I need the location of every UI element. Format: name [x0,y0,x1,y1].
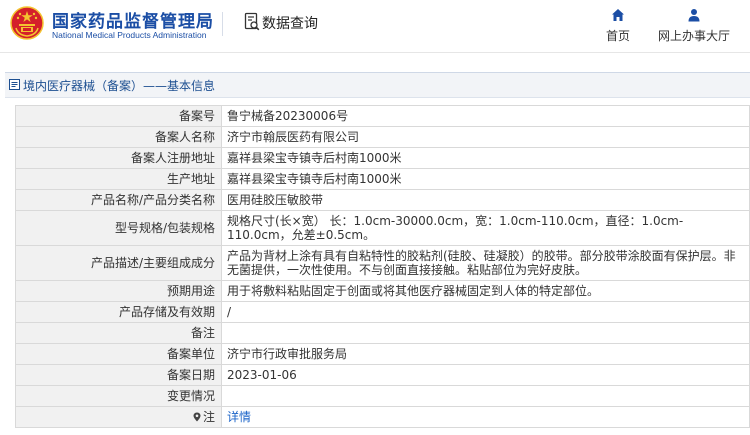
org-name: 国家药品监督管理局 [52,12,214,32]
field-label: 备案人名称 [15,126,222,148]
table-row: 产品描述/主要组成成分 产品为背材上涂有具有自粘特性的胶粘剂(硅胶、硅凝胶）的胶… [15,245,750,281]
table-row: 变更情况 [15,385,750,407]
breadcrumb: 境内医疗器械（备案）——基本信息 [5,73,750,98]
field-label: 注 [202,410,215,424]
nav-online-service-link[interactable]: 网上办事大厅 [654,8,734,44]
nav-home-link[interactable]: 首页 [600,8,636,44]
table-row: 产品名称/产品分类名称 医用硅胶压敏胶带 [15,189,750,211]
field-value: 医用硅胶压敏胶带 [221,189,750,211]
field-label: 备案日期 [15,364,222,386]
record-detail-table: 备案号 鲁宁械备20230006号 备案人名称 济宁市翰辰医药有限公司 备案人注… [15,105,750,428]
location-pin-icon [193,412,201,422]
home-icon [612,9,624,21]
field-value: 嘉祥县梁宝寺镇寺后村南1000米 [221,168,750,190]
field-value: 鲁宁械备20230006号 [221,105,750,127]
data-query-icon [244,12,260,31]
table-row: 生产地址 嘉祥县梁宝寺镇寺后村南1000米 [15,168,750,190]
nav-home-label: 首页 [605,29,630,43]
field-label: 型号规格/包装规格 [15,210,222,246]
field-value: 济宁市行政审批服务局 [221,343,750,365]
field-value [221,322,750,344]
nav-online-service-label: 网上办事大厅 [657,29,730,43]
field-value: 用于将敷料粘贴固定于创面或将其他医疗器械固定到人体的特定部位。 [221,280,750,302]
table-row: 备案人注册地址 嘉祥县梁宝寺镇寺后村南1000米 [15,147,750,169]
table-row: 型号规格/包装规格 规格尺寸(长×宽） 长：1.0cm-30000.0cm，宽：… [15,210,750,246]
details-link[interactable]: 详情 [227,410,251,424]
breadcrumb-text: 境内医疗器械（备案）——基本信息 [23,79,216,93]
page-section-title: 数据查询 [262,16,318,32]
field-label: 产品描述/主要组成成分 [15,245,222,281]
list-icon [9,79,20,90]
table-row: 产品存储及有效期 / [15,301,750,323]
field-label: 预期用途 [15,280,222,302]
field-label: 备案人注册地址 [15,147,222,169]
field-value: 嘉祥县梁宝寺镇寺后村南1000米 [221,147,750,169]
field-value: 规格尺寸(长×宽） 长：1.0cm-30000.0cm，宽：1.0cm-110.… [221,210,750,246]
field-value: 产品为背材上涂有具有自粘特性的胶粘剂(硅胶、硅凝胶）的胶带。部分胶带涂胶面有保护… [221,245,750,281]
header-divider [222,12,223,36]
field-label: 备注 [15,322,222,344]
field-label: 变更情况 [15,385,222,407]
table-row: 注 详情 [15,406,750,428]
user-icon [688,9,700,22]
field-label: 备案单位 [15,343,222,365]
field-value [221,385,750,407]
field-label: 备案号 [15,105,222,127]
field-label: 产品名称/产品分类名称 [15,189,222,211]
field-value: 2023-01-06 [221,364,750,386]
field-value: 详情 [221,406,750,428]
main-content: 境内医疗器械（备案）——基本信息 备案号 鲁宁械备20230006号 备案人名称… [5,72,750,435]
field-label: 生产地址 [15,168,222,190]
table-row: 预期用途 用于将敷料粘贴固定于创面或将其他医疗器械固定到人体的特定部位。 [15,280,750,302]
field-value: / [221,301,750,323]
org-name-english: National Medical Products Administration [52,30,207,40]
site-header: 国家药品监督管理局 National Medical Products Admi… [0,0,750,53]
note-label-cell: 注 [15,406,222,428]
field-value: 济宁市翰辰医药有限公司 [221,126,750,148]
national-emblem-icon [10,6,44,40]
table-row: 备案日期 2023-01-06 [15,364,750,386]
field-label: 产品存储及有效期 [15,301,222,323]
table-row: 备案号 鲁宁械备20230006号 [15,105,750,127]
table-row: 备案人名称 济宁市翰辰医药有限公司 [15,126,750,148]
table-row: 备注 [15,322,750,344]
table-row: 备案单位 济宁市行政审批服务局 [15,343,750,365]
